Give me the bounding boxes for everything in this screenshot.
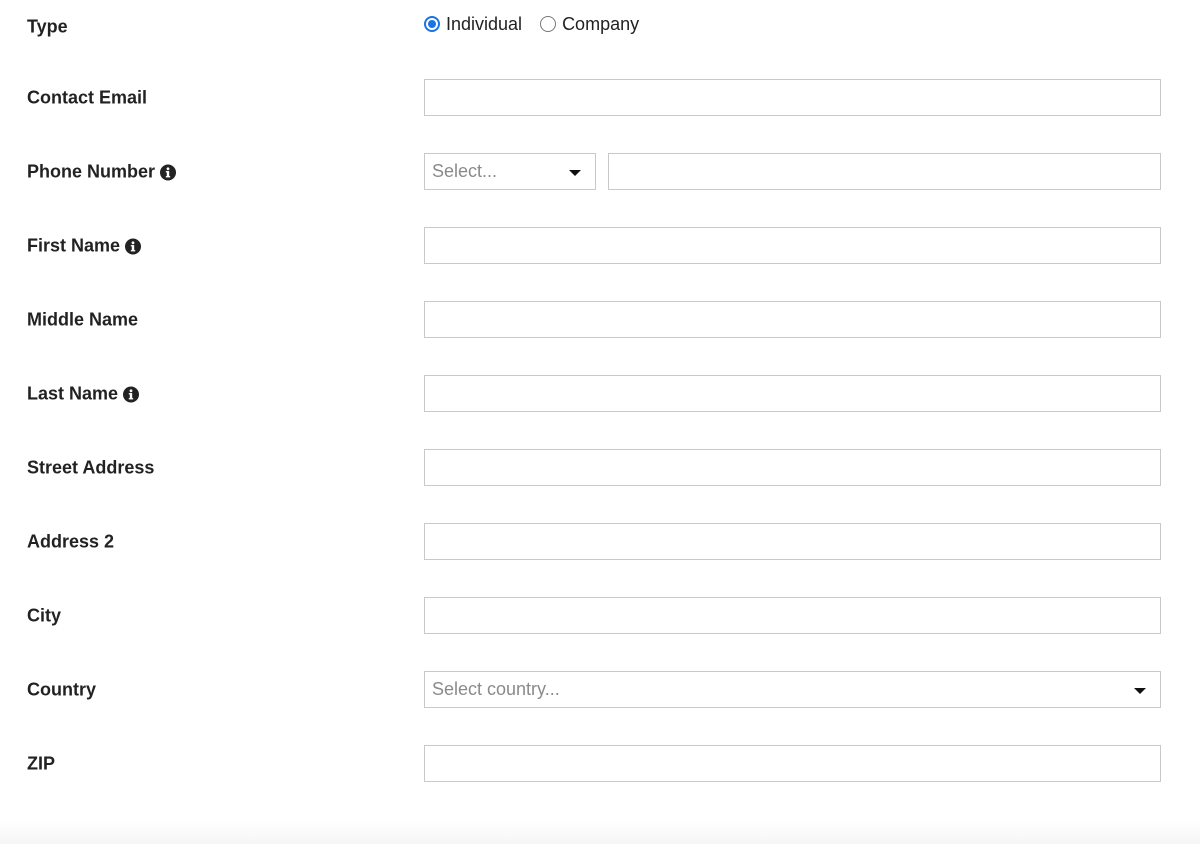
individual-radio[interactable] [424, 16, 440, 32]
type-option-individual[interactable]: Individual [424, 14, 522, 35]
company-radio-label: Company [562, 13, 640, 34]
contact-email-row: Contact Email [0, 79, 1200, 117]
last-name-input[interactable] [424, 375, 1161, 412]
zip-label: ZIP [27, 753, 56, 774]
last-name-label-group: Last Name [27, 383, 140, 405]
phone-number-row: Phone Number Select... [0, 153, 1200, 191]
type-row: Type Individual Company [0, 8, 1200, 46]
type-label: Type [27, 16, 68, 37]
type-radio-group: Individual Company [424, 8, 657, 40]
company-radio[interactable] [540, 16, 557, 32]
chevron-down-icon [569, 169, 581, 176]
city-label: City [27, 605, 62, 626]
street-address-input[interactable] [424, 449, 1161, 486]
middle-name-label: Middle Name [27, 309, 139, 330]
phone-number-label: Phone Number [27, 161, 156, 182]
chevron-down-icon [1134, 687, 1146, 694]
phone-country-code-select[interactable]: Select... [424, 153, 596, 190]
address-2-label: Address 2 [27, 531, 115, 552]
first-name-label: First Name [27, 235, 121, 256]
phone-number-input[interactable] [608, 153, 1161, 190]
info-icon[interactable] [123, 386, 140, 402]
zip-row: ZIP [0, 745, 1200, 783]
contact-form: Type Individual Company Contact Email Ph… [0, 0, 1200, 844]
first-name-row: First Name [0, 227, 1200, 265]
last-name-row: Last Name [0, 375, 1200, 413]
city-row: City [0, 597, 1200, 635]
bottom-divider-shadow [0, 820, 1200, 844]
city-input[interactable] [424, 597, 1161, 634]
first-name-input[interactable] [424, 227, 1161, 264]
middle-name-row: Middle Name [0, 301, 1200, 339]
contact-email-input[interactable] [424, 79, 1161, 116]
address-2-input[interactable] [424, 523, 1161, 560]
last-name-label: Last Name [27, 383, 119, 404]
info-icon[interactable] [125, 238, 142, 254]
first-name-label-group: First Name [27, 235, 142, 257]
country-row: Country Select country... [0, 671, 1200, 709]
street-address-row: Street Address [0, 449, 1200, 487]
country-label: Country [27, 679, 96, 700]
address-2-row: Address 2 [0, 523, 1200, 561]
country-select[interactable]: Select country... [424, 671, 1161, 708]
type-option-company[interactable]: Company [540, 14, 639, 35]
country-select-placeholder: Select country... [432, 679, 560, 699]
street-address-label: Street Address [27, 457, 155, 478]
phone-number-label-group: Phone Number [27, 161, 177, 183]
individual-radio-label: Individual [446, 13, 523, 34]
contact-email-label: Contact Email [27, 87, 148, 108]
zip-input[interactable] [424, 745, 1161, 782]
phone-country-code-placeholder: Select... [432, 161, 498, 181]
info-icon[interactable] [160, 164, 177, 180]
middle-name-input[interactable] [424, 301, 1161, 338]
